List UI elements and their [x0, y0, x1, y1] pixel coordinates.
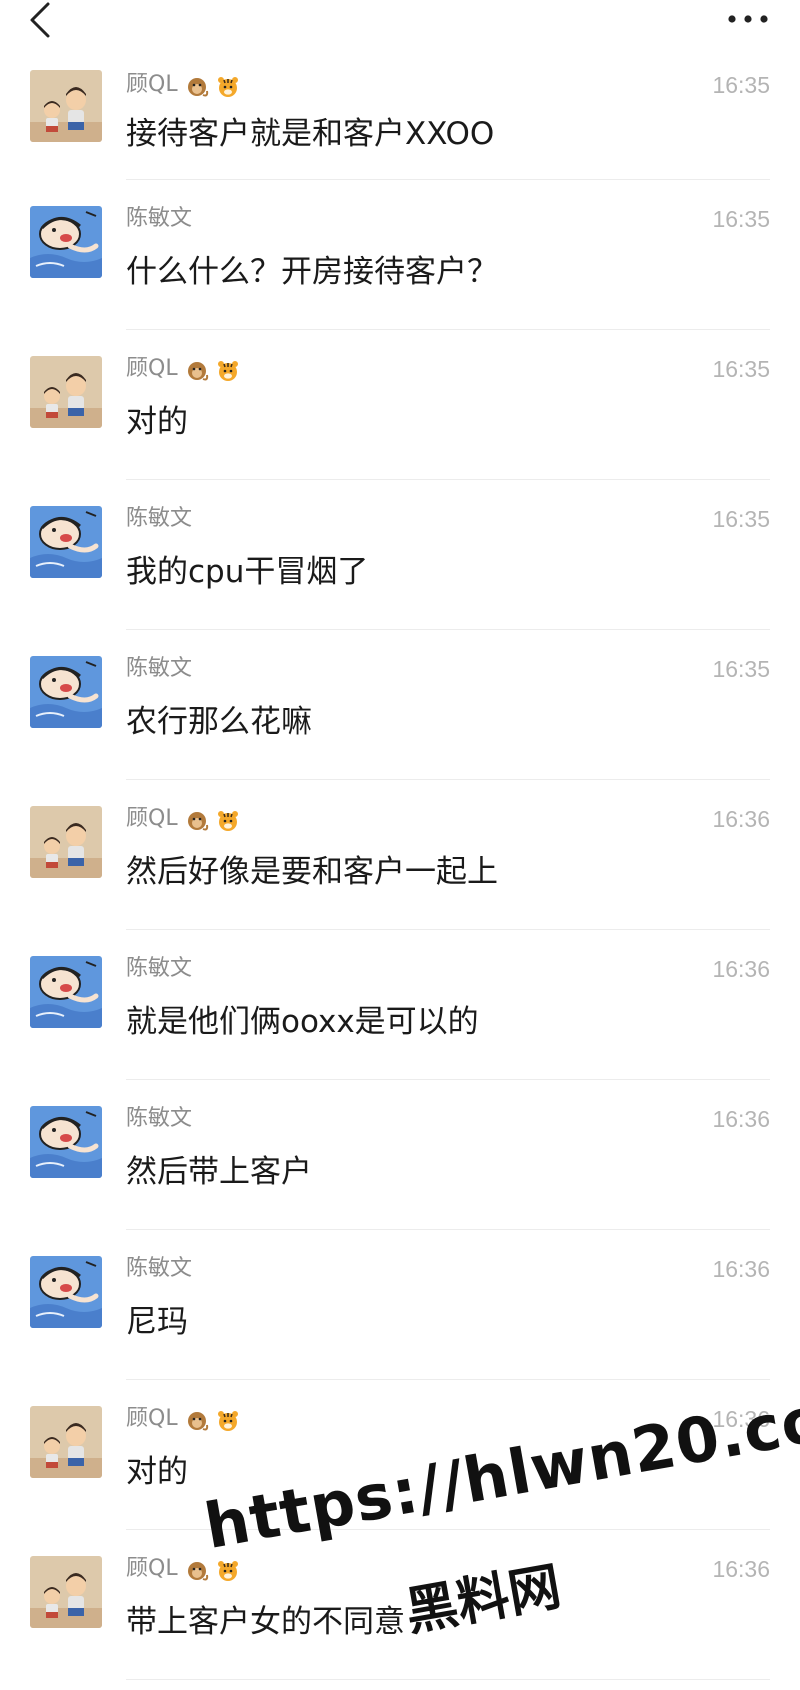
monkey-emoji-icon [187, 1411, 208, 1430]
message-divider [126, 1679, 770, 1680]
message-item[interactable]: 顾QL 16:35 接待客户就是和客户XXOO [0, 48, 800, 180]
sender-name: 顾QL [126, 1556, 178, 1581]
monkey-emoji-icon [187, 811, 208, 830]
sender-name: 陈敏文 [126, 506, 193, 531]
message-item[interactable]: 顾QL 16:36 对的 [0, 1380, 800, 1530]
message-item[interactable]: 陈敏文 16:35 农行那么花嘛 [0, 630, 800, 780]
sender-name: 陈敏文 [126, 1106, 193, 1131]
tiger-face-emoji-icon [217, 1560, 238, 1581]
message-item[interactable]: 顾QL 16:36 带上客户女的不同意 [0, 1530, 800, 1680]
message-meta: 顾QL 16:36 [126, 1554, 770, 1584]
sender-name: 顾QL [126, 72, 178, 97]
message-time: 16:36 [712, 1556, 770, 1582]
cartoon-boy-swimming-avatar [30, 206, 102, 278]
message-text: 对的 [126, 404, 188, 440]
message-meta: 陈敏文 16:35 [126, 654, 770, 684]
message-list: 顾QL 16:35 接待客户就是和客户XXOO 陈敏文 16:35 什么什么？开… [0, 48, 800, 1680]
message-time: 16:36 [712, 806, 770, 832]
message-time: 16:35 [712, 356, 770, 382]
back-button[interactable] [22, 0, 62, 40]
avatar[interactable] [30, 1106, 102, 1178]
message-item[interactable]: 陈敏文 16:36 尼玛 [0, 1230, 800, 1380]
sender-name: 陈敏文 [126, 1256, 193, 1281]
more-horizontal-icon [728, 15, 768, 23]
message-meta: 顾QL 16:36 [126, 1404, 770, 1434]
sender-name: 顾QL [126, 1406, 178, 1431]
name-emojis [178, 360, 240, 381]
avatar[interactable] [30, 1406, 102, 1478]
avatar[interactable] [30, 806, 102, 878]
message-item[interactable]: 陈敏文 16:36 就是他们俩ooxx是可以的 [0, 930, 800, 1080]
tiger-face-emoji-icon [217, 76, 238, 97]
more-options-button[interactable] [724, 4, 772, 34]
sender-name: 陈敏文 [126, 206, 193, 231]
tiger-face-emoji-icon [217, 360, 238, 381]
avatar[interactable] [30, 1256, 102, 1328]
message-text: 然后带上客户 [126, 1154, 312, 1190]
two-kids-avatar [30, 70, 102, 142]
message-text: 对的 [126, 1454, 188, 1490]
message-text: 接待客户就是和客户XXOO [126, 116, 495, 152]
chevron-left-icon [30, 2, 50, 38]
sender-name: 陈敏文 [126, 956, 193, 981]
cartoon-boy-swimming-avatar [30, 1106, 102, 1178]
tiger-face-emoji-icon [217, 810, 238, 831]
message-item[interactable]: 陈敏文 16:36 然后带上客户 [0, 1080, 800, 1230]
message-meta: 陈敏文 16:35 [126, 204, 770, 234]
message-meta: 陈敏文 16:35 [126, 504, 770, 534]
message-text: 带上客户女的不同意 [126, 1604, 405, 1640]
monkey-emoji-icon [187, 361, 208, 380]
message-time: 16:36 [712, 1256, 770, 1282]
avatar[interactable] [30, 656, 102, 728]
message-text: 尼玛 [126, 1304, 188, 1340]
message-item[interactable]: 顾QL 16:35 对的 [0, 330, 800, 480]
cartoon-boy-swimming-avatar [30, 656, 102, 728]
message-meta: 陈敏文 16:36 [126, 1104, 770, 1134]
sender-name: 陈敏文 [126, 656, 193, 681]
message-time: 16:36 [712, 1106, 770, 1132]
name-emojis [178, 76, 240, 97]
avatar[interactable] [30, 956, 102, 1028]
message-meta: 顾QL 16:35 [126, 70, 770, 100]
monkey-emoji-icon [187, 1561, 208, 1580]
message-meta: 陈敏文 16:36 [126, 954, 770, 984]
message-item[interactable]: 陈敏文 16:35 什么什么？开房接待客户？ [0, 180, 800, 330]
message-time: 16:35 [712, 506, 770, 532]
sender-name: 顾QL [126, 806, 178, 831]
two-kids-avatar [30, 1556, 102, 1628]
message-meta: 顾QL 16:36 [126, 804, 770, 834]
message-text: 就是他们俩ooxx是可以的 [126, 1004, 479, 1040]
message-text: 我的cpu干冒烟了 [126, 554, 369, 590]
message-text: 然后好像是要和客户一起上 [126, 854, 498, 890]
cartoon-boy-swimming-avatar [30, 956, 102, 1028]
message-item[interactable]: 陈敏文 16:35 我的cpu干冒烟了 [0, 480, 800, 630]
message-text: 什么什么？开房接待客户？ [126, 254, 498, 290]
message-time: 16:35 [712, 72, 770, 98]
message-time: 16:35 [712, 206, 770, 232]
sender-name: 顾QL [126, 356, 178, 381]
name-emojis [178, 1410, 240, 1431]
message-time: 16:36 [712, 956, 770, 982]
two-kids-avatar [30, 1406, 102, 1478]
avatar[interactable] [30, 206, 102, 278]
tiger-face-emoji-icon [217, 1410, 238, 1431]
message-meta: 顾QL 16:35 [126, 354, 770, 384]
two-kids-avatar [30, 806, 102, 878]
message-time: 16:36 [712, 1406, 770, 1432]
message-text: 农行那么花嘛 [126, 704, 312, 740]
avatar[interactable] [30, 506, 102, 578]
two-kids-avatar [30, 356, 102, 428]
avatar[interactable] [30, 70, 102, 142]
cartoon-boy-swimming-avatar [30, 1256, 102, 1328]
name-emojis [178, 1560, 240, 1581]
cartoon-boy-swimming-avatar [30, 506, 102, 578]
name-emojis [178, 810, 240, 831]
message-time: 16:35 [712, 656, 770, 682]
message-item[interactable]: 顾QL 16:36 然后好像是要和客户一起上 [0, 780, 800, 930]
avatar[interactable] [30, 356, 102, 428]
monkey-emoji-icon [187, 77, 208, 96]
message-meta: 陈敏文 16:36 [126, 1254, 770, 1284]
avatar[interactable] [30, 1556, 102, 1628]
